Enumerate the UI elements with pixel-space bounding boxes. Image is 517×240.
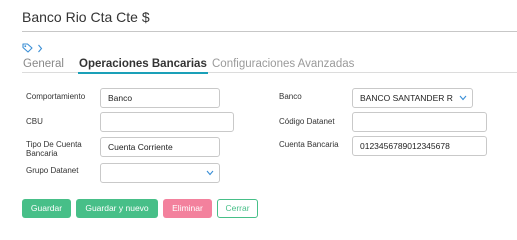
cbu-label: CBU	[26, 117, 43, 126]
grupo-datanet-label: Grupo Datanet	[26, 166, 79, 175]
tab-bar: General Operaciones Bancarias Configurac…	[22, 57, 517, 74]
title-divider	[22, 31, 517, 32]
tag-icon[interactable]	[22, 43, 33, 53]
chevron-down-icon	[459, 95, 467, 101]
comportamiento-field[interactable]: Banco	[100, 88, 220, 108]
banco-select[interactable]: BANCO SANTANDER R	[352, 88, 473, 108]
delete-button[interactable]: Eliminar	[163, 199, 212, 218]
save-button[interactable]: Guardar	[22, 199, 71, 218]
comportamiento-label: Comportamiento	[26, 92, 86, 101]
breadcrumb	[22, 42, 43, 54]
page-title: Banco Rio Cta Cte $	[22, 9, 150, 25]
tipo-cuenta-field[interactable]: Cuenta Corriente	[100, 137, 220, 157]
cuenta-bancaria-field[interactable]: 0123456789012345678	[352, 136, 487, 156]
grupo-datanet-select[interactable]	[100, 163, 220, 183]
banco-value: BANCO SANTANDER R	[360, 93, 453, 103]
tab-operaciones-bancarias[interactable]: Operaciones Bancarias	[78, 57, 208, 74]
save-and-new-button[interactable]: Guardar y nuevo	[76, 199, 158, 218]
banco-label: Banco	[279, 92, 302, 101]
codigo-datanet-label: Código Datanet	[279, 117, 335, 126]
tab-configuraciones-avanzadas[interactable]: Configuraciones Avanzadas	[212, 57, 354, 71]
cbu-field[interactable]	[100, 112, 234, 132]
tipo-cuenta-label: Tipo De Cuenta Bancaria	[26, 140, 82, 158]
tab-general[interactable]: General	[23, 57, 64, 71]
chevron-down-icon	[206, 170, 214, 176]
close-button[interactable]: Cerrar	[217, 199, 258, 218]
codigo-datanet-field[interactable]	[352, 112, 487, 132]
cuenta-bancaria-label: Cuenta Bancaria	[279, 140, 339, 149]
chevron-right-icon[interactable]	[37, 44, 43, 53]
